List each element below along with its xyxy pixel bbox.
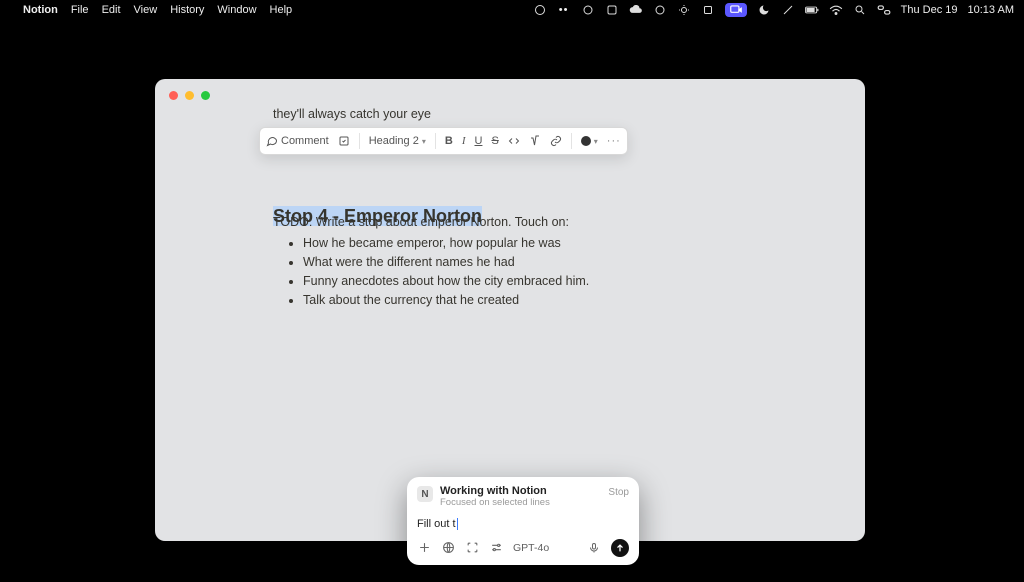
code-button[interactable] xyxy=(508,135,520,147)
menubar-item-history[interactable]: History xyxy=(170,4,204,16)
equation-button[interactable] xyxy=(529,135,541,147)
italic-button[interactable]: I xyxy=(462,135,466,147)
status-icon-6[interactable] xyxy=(781,3,795,17)
do-not-disturb-icon[interactable] xyxy=(757,3,771,17)
comment-label: Comment xyxy=(281,135,329,147)
bullet-list[interactable]: How he became emperor, how popular he wa… xyxy=(287,231,589,312)
strike-button[interactable]: S xyxy=(491,135,498,147)
color-dot-icon xyxy=(581,136,591,146)
status-icon-3[interactable] xyxy=(653,3,667,17)
macos-menubar: Notion File Edit View History Window Hel… xyxy=(0,0,1024,20)
menubar-right: •• xyxy=(533,3,1014,17)
assistant-popup: N Working with Notion Focused on selecte… xyxy=(407,477,639,565)
status-icon-dots[interactable]: •• xyxy=(557,3,571,17)
notion-status-icon[interactable] xyxy=(605,3,619,17)
comment-button[interactable]: Comment xyxy=(266,135,329,147)
cloud-icon[interactable] xyxy=(629,3,643,17)
microphone-icon xyxy=(588,542,600,554)
chevron-down-icon: ▾ xyxy=(594,137,598,146)
plus-icon xyxy=(418,541,431,554)
assistant-app-icon: N xyxy=(417,486,433,502)
menubar-item-help[interactable]: Help xyxy=(270,4,293,16)
arrow-up-icon xyxy=(615,543,625,553)
list-item[interactable]: Talk about the currency that he created xyxy=(303,293,589,307)
notion-window: they'll always catch your eye Stop 4 - E… xyxy=(155,79,865,541)
assistant-mic-button[interactable] xyxy=(587,541,601,555)
list-item[interactable]: Funny anecdotes about how the city embra… xyxy=(303,274,589,288)
assistant-title: Working with Notion xyxy=(440,485,601,498)
menubar-item-file[interactable]: File xyxy=(71,4,89,16)
assistant-stop-button[interactable]: Stop xyxy=(608,487,629,498)
window-close-button[interactable] xyxy=(169,91,178,100)
wifi-icon[interactable] xyxy=(829,3,843,17)
list-item[interactable]: How he became emperor, how popular he wa… xyxy=(303,236,589,250)
menubar-item-window[interactable]: Window xyxy=(217,4,256,16)
assistant-subtitle: Focused on selected lines xyxy=(440,498,601,509)
menubar-time[interactable]: 10:13 AM xyxy=(968,4,1014,16)
status-icon-4[interactable] xyxy=(677,3,691,17)
screen-recording-icon[interactable] xyxy=(725,3,747,17)
text-caret xyxy=(457,518,458,530)
code-icon xyxy=(508,135,520,147)
menubar-item-edit[interactable]: Edit xyxy=(102,4,121,16)
assistant-input-text: Fill out t xyxy=(417,518,456,530)
scan-icon xyxy=(466,541,479,554)
document-content[interactable]: they'll always catch your eye Stop 4 - E… xyxy=(273,105,825,121)
status-icon-1[interactable] xyxy=(533,3,547,17)
link-button[interactable] xyxy=(550,135,562,147)
equation-icon xyxy=(529,135,541,147)
status-icon-5[interactable] xyxy=(701,3,715,17)
floating-format-toolbar: Comment Heading 2 ▾ B I U S ▾ ··· xyxy=(259,127,628,155)
todo-line[interactable]: TODO: Write a stop about emperor Norton.… xyxy=(273,215,569,229)
suggest-icon xyxy=(338,135,350,147)
chevron-down-icon: ▾ xyxy=(422,137,426,146)
window-traffic-lights xyxy=(169,91,210,100)
list-item[interactable]: What were the different names he had xyxy=(303,255,589,269)
assistant-add-button[interactable] xyxy=(417,541,431,555)
sliders-icon xyxy=(490,541,503,554)
globe-icon xyxy=(442,541,455,554)
comment-icon xyxy=(266,135,278,147)
window-minimize-button[interactable] xyxy=(185,91,194,100)
spotlight-icon[interactable] xyxy=(853,3,867,17)
assistant-web-button[interactable] xyxy=(441,541,455,555)
status-icon-2[interactable] xyxy=(581,3,595,17)
block-type-label: Heading 2 xyxy=(369,135,419,147)
assistant-send-button[interactable] xyxy=(611,539,629,557)
menubar-item-view[interactable]: View xyxy=(134,4,158,16)
menubar-date[interactable]: Thu Dec 19 xyxy=(901,4,958,16)
block-type-dropdown[interactable]: Heading 2 ▾ xyxy=(369,135,426,147)
assistant-input[interactable]: Fill out t xyxy=(417,518,629,530)
assistant-model-selector[interactable]: GPT-4o xyxy=(513,542,549,554)
link-icon xyxy=(550,135,562,147)
control-center-icon[interactable] xyxy=(877,3,891,17)
assistant-scan-button[interactable] xyxy=(465,541,479,555)
underline-button[interactable]: U xyxy=(474,135,482,147)
window-zoom-button[interactable] xyxy=(201,91,210,100)
suggest-edits-button[interactable] xyxy=(338,135,350,147)
assistant-settings-button[interactable] xyxy=(489,541,503,555)
more-options-button[interactable]: ··· xyxy=(607,135,621,147)
text-color-button[interactable]: ▾ xyxy=(581,136,598,146)
battery-icon[interactable] xyxy=(805,3,819,17)
bold-button[interactable]: B xyxy=(445,135,453,147)
menubar-app-name[interactable]: Notion xyxy=(23,4,58,16)
preceding-text-line[interactable]: they'll always catch your eye xyxy=(273,107,825,121)
